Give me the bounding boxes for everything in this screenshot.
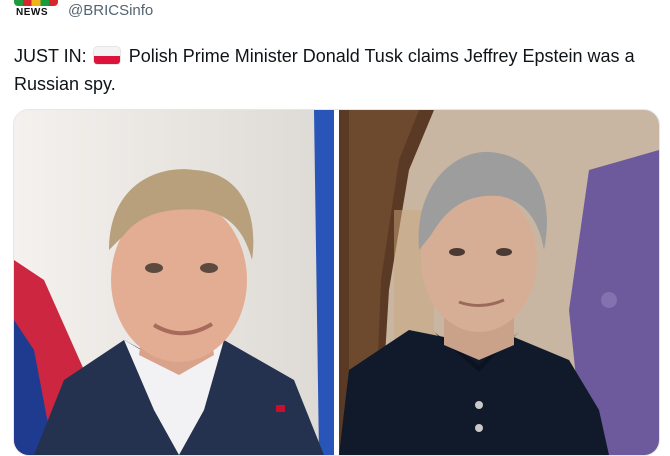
logo-graphic bbox=[14, 0, 58, 6]
tweet-prefix: JUST IN: bbox=[14, 46, 87, 66]
tweet-media[interactable] bbox=[13, 109, 660, 456]
poland-flag-icon bbox=[93, 47, 120, 64]
logo-text: NEWS bbox=[16, 7, 48, 18]
media-image-left[interactable] bbox=[14, 110, 334, 455]
media-image-right[interactable] bbox=[339, 110, 659, 455]
brics-news-logo[interactable]: NEWS bbox=[14, 0, 58, 20]
tweet-text: JUST IN: Polish Prime Minister Donald Tu… bbox=[14, 42, 654, 98]
tweet-header: NEWS @BRICSinfo bbox=[0, 0, 670, 28]
account-handle[interactable]: @BRICSinfo bbox=[68, 2, 153, 19]
